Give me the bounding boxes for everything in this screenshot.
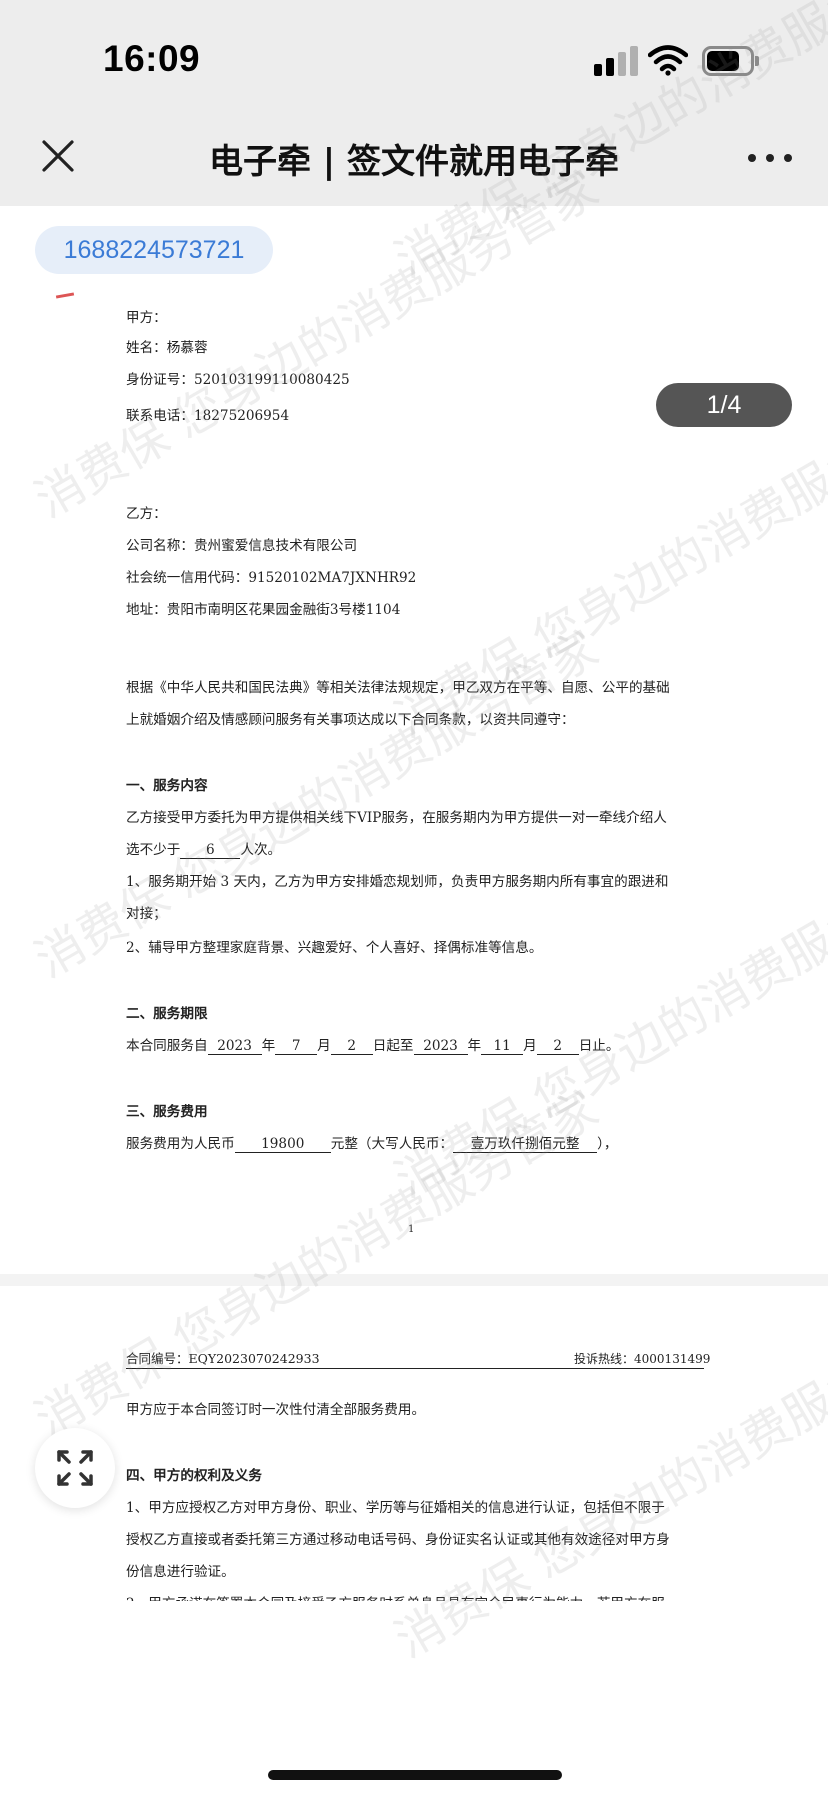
intro-line-2: 上就婚姻介绍及情感顾问服务有关事项达成以下合同条款，以资共同遵守： <box>126 712 575 728</box>
page-number: 1 <box>408 1224 415 1235</box>
section-1-item-1a: 1、服务期开始 3 天内，乙方为甲方安排婚恋规划师，负责甲方服务期内所有事宜的跟… <box>126 874 669 890</box>
section-2-line: 本合同服务自 2023 年 7 月 2 日起至 2023 年 11 月 2 日止。 <box>126 1038 620 1055</box>
section-3-line: 服务费用为人民币 19800 元整（大写人民币： 壹万玖仟捌佰元整）， <box>126 1136 618 1153</box>
page-indicator: 1/4 <box>656 383 792 427</box>
section-1-line-1: 乙方接受甲方委托为甲方提供相关线下VIP服务，在服务期内为甲方提供一对一牵线介绍… <box>126 810 667 826</box>
nav-title: 电子牵 | 签文件就用电子牵 <box>208 142 620 182</box>
home-indicator[interactable] <box>268 1770 562 1780</box>
cellular-signal-icon <box>594 46 640 76</box>
document-page-2: 合同编号：EQY2023070242933 投诉热线：4000131499 甲方… <box>0 1286 828 1796</box>
section-4-line-2: 授权乙方直接或者委托第三方通过移动电话号码、身份证实名认证或其他有效途径对甲方身 <box>126 1532 670 1548</box>
party-b-address: 地址：贵阳市南明区花果园金融街3号楼1104 <box>126 602 401 618</box>
party-a-heading: 甲方： <box>126 310 167 326</box>
section-2-title: 二、服务期限 <box>126 1006 208 1022</box>
party-a-id: 身份证号：520103199110080425 <box>126 372 350 388</box>
section-3-title: 三、服务费用 <box>126 1104 208 1120</box>
status-time: 16:09 <box>103 38 201 79</box>
party-b-heading: 乙方： <box>126 506 167 522</box>
header-rule <box>126 1368 704 1369</box>
section-4-title: 四、甲方的权利及义务 <box>126 1468 262 1484</box>
party-a-phone: 联系电话：18275206954 <box>126 408 290 424</box>
party-b-credit: 社会统一信用代码：91520102MA7JXNHR92 <box>126 570 417 586</box>
section-4-line-1: 1、甲方应授权乙方对甲方身份、职业、学历等与征婚相关的信息进行认证，包括但不限于 <box>126 1500 665 1516</box>
document-id-chip[interactable]: 1688224573721 <box>35 226 273 274</box>
count-field: 6 <box>180 842 241 859</box>
expand-icon <box>57 1450 93 1486</box>
expand-button[interactable] <box>35 1428 115 1508</box>
party-a-name: 姓名：杨慕蓉 <box>126 340 208 356</box>
section-1-line-2: 选不少于 6 人次。 <box>126 842 282 859</box>
section-4-line-4: 2、甲方承诺在签署本合同及接受乙方服务时系单身且具有完全民事行为能力，若甲方在服 <box>126 1596 665 1612</box>
section-4-line-3: 份信息进行验证。 <box>126 1564 235 1580</box>
more-dots-icon[interactable] <box>748 148 792 168</box>
payment-line: 甲方应于本合同签订时一次性付清全部服务费用。 <box>126 1402 426 1418</box>
wifi-icon <box>648 45 688 76</box>
intro-line-1: 根据《中华人民共和国民法典》等相关法律法规规定，甲乙双方在平等、自愿、公平的基础 <box>126 680 670 696</box>
contract-number: 合同编号：EQY2023070242933 <box>126 1351 320 1366</box>
section-1-item-1b: 对接； <box>126 906 167 922</box>
section-1-title: 一、服务内容 <box>126 778 208 794</box>
section-1-item-2: 2、辅导甲方整理家庭背景、兴趣爱好、个人喜好、择偶标准等信息。 <box>126 940 543 956</box>
party-b-company: 公司名称：贵州蜜爱信息技术有限公司 <box>126 538 358 554</box>
complaint-hotline: 投诉热线：4000131499 <box>574 1352 711 1366</box>
battery-icon <box>702 46 759 76</box>
page-separator <box>0 1274 828 1286</box>
document-page-1: 甲方： 姓名：杨慕蓉 身份证号：520103199110080425 联系电话：… <box>0 206 828 1274</box>
